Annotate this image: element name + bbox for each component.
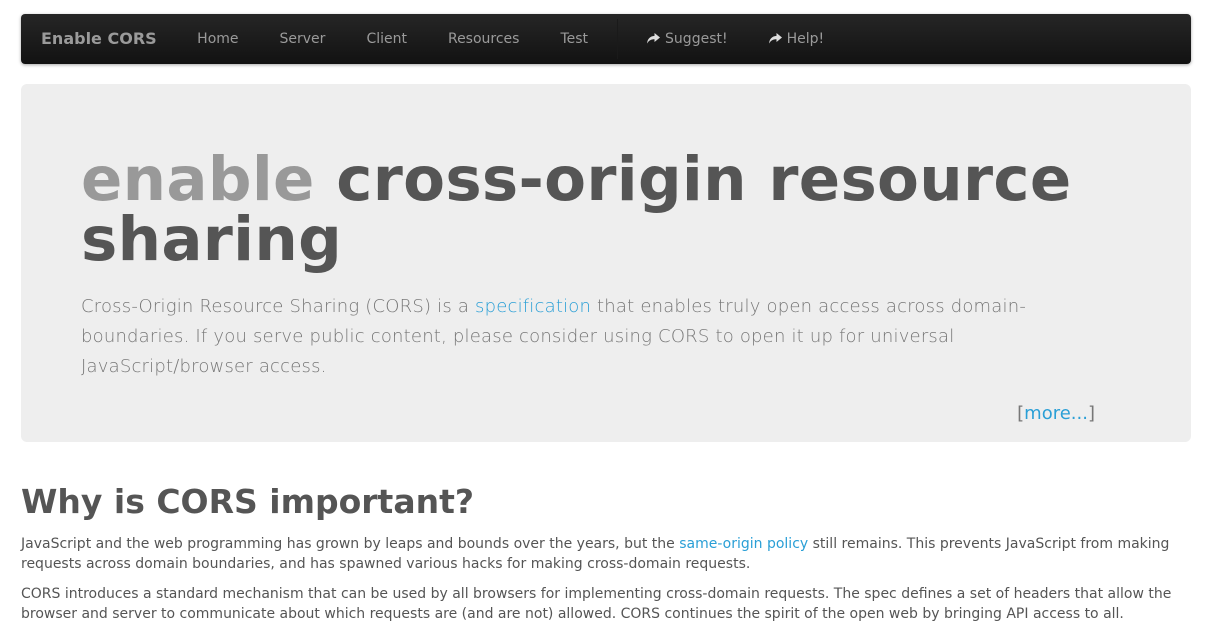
nav-resources-link[interactable]: Resources bbox=[427, 14, 540, 64]
suggest-label: Suggest! bbox=[665, 31, 728, 47]
hero-lead: Cross-Origin Resource Sharing (CORS) is … bbox=[81, 292, 1071, 382]
more-paragraph: [more...] bbox=[1017, 402, 1095, 426]
suggest-link[interactable]: Suggest! bbox=[627, 14, 749, 64]
help-link[interactable]: Help! bbox=[748, 14, 845, 64]
hero-title: enable cross-origin resource sharing bbox=[81, 149, 1081, 270]
main-content: Why is CORS important? JavaScript and th… bbox=[21, 480, 1191, 634]
nav-home-link[interactable]: Home bbox=[177, 14, 259, 64]
brand-link[interactable]: Enable CORS bbox=[21, 14, 177, 64]
nav-divider bbox=[616, 19, 618, 59]
share-icon bbox=[768, 33, 782, 44]
help-label: Help! bbox=[786, 31, 825, 47]
more-close-bracket: ] bbox=[1087, 403, 1095, 424]
same-origin-policy-link[interactable]: same-origin policy bbox=[679, 536, 808, 552]
section-paragraph-1: JavaScript and the web programming has g… bbox=[21, 534, 1191, 574]
share-icon bbox=[647, 33, 661, 44]
specification-link[interactable]: specification bbox=[475, 296, 591, 317]
paragraph-1-before: JavaScript and the web programming has g… bbox=[21, 536, 680, 552]
more-link[interactable]: more... bbox=[1024, 403, 1088, 424]
navbar: Enable CORS Home Server Client Resources… bbox=[21, 14, 1191, 64]
hero-jumbotron: enable cross-origin resource sharing Cro… bbox=[21, 84, 1191, 442]
nav-server-link[interactable]: Server bbox=[259, 14, 346, 64]
nav-client-link[interactable]: Client bbox=[346, 14, 428, 64]
nav-test-link[interactable]: Test bbox=[540, 14, 609, 64]
section-paragraph-2: CORS introduces a standard mechanism tha… bbox=[21, 586, 1172, 622]
hero-lead-before: Cross-Origin Resource Sharing (CORS) is … bbox=[81, 296, 475, 317]
section-heading: Why is CORS important? bbox=[21, 482, 474, 521]
